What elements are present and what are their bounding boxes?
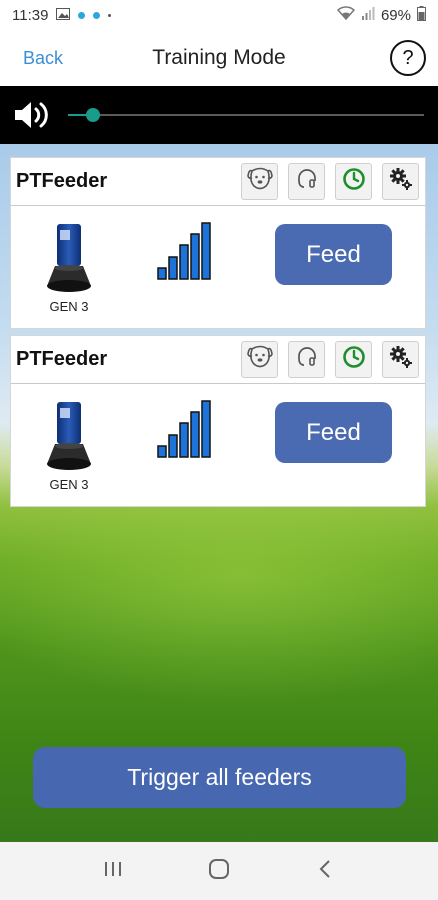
recent-apps-icon (103, 860, 123, 883)
more-notifications-icon (108, 13, 112, 17)
back-button[interactable]: Back (23, 48, 63, 69)
feeder-card: PTFeeder GEN 3 Feed (10, 157, 426, 329)
dog-face-icon (246, 167, 273, 196)
headset-icon (295, 167, 319, 196)
feeder-card-body: GEN 3 Feed (11, 206, 425, 329)
clock-icon (342, 345, 366, 374)
signal-strength-icon (157, 222, 213, 285)
signal-bar (190, 233, 200, 280)
feeder-list-area: PTFeeder GEN 3 Feed PTFeeder GEN 3 Feed (0, 144, 438, 842)
help-icon: ? (402, 46, 414, 69)
headset-icon (295, 345, 319, 374)
schedule-button[interactable] (335, 341, 372, 378)
battery-icon (417, 5, 426, 25)
feeder-name: PTFeeder (16, 170, 108, 192)
trigger-all-feeders-button[interactable]: Trigger all feeders (33, 747, 406, 808)
wifi-icon (336, 6, 356, 24)
dog-face-button[interactable] (241, 341, 278, 378)
signal-bar (201, 222, 211, 280)
feeder-device-image (41, 222, 97, 294)
feeder-device-image (41, 400, 97, 472)
back-nav-button[interactable] (305, 851, 345, 891)
system-nav-bar (0, 842, 438, 900)
recent-apps-button[interactable] (93, 851, 133, 891)
help-button[interactable]: ? (390, 40, 426, 76)
signal-bar (179, 422, 189, 458)
feeder-card-header: PTFeeder (11, 158, 425, 206)
feeder-model-label: GEN 3 (49, 477, 89, 492)
volume-bar (0, 86, 438, 144)
gears-icon (388, 166, 414, 197)
home-button[interactable] (199, 851, 239, 891)
signal-bar (168, 434, 178, 458)
gears-icon (388, 344, 414, 375)
app-header: Back Training Mode ? (0, 30, 438, 86)
image-notification-icon (56, 7, 71, 24)
settings-button[interactable] (382, 163, 419, 200)
home-icon (208, 858, 230, 885)
feeder-card: PTFeeder GEN 3 Feed (10, 335, 426, 507)
page-title: Training Mode (152, 46, 286, 69)
feeder-model-label: GEN 3 (49, 299, 89, 314)
back-chevron-icon (318, 859, 332, 884)
signal-bar (157, 445, 167, 458)
headset-button[interactable] (288, 341, 325, 378)
feeder-card-body: GEN 3 Feed (11, 384, 425, 507)
signal-bar (201, 400, 211, 458)
feed-button[interactable]: Feed (275, 402, 392, 463)
signal-strength-icon (157, 400, 213, 463)
dog-face-button[interactable] (241, 163, 278, 200)
volume-slider[interactable] (68, 108, 424, 122)
signal-bar (157, 267, 167, 280)
status-time: 11:39 (12, 6, 49, 24)
feed-button[interactable]: Feed (275, 224, 392, 285)
signal-bar (179, 244, 189, 280)
cell-signal-icon (361, 6, 375, 24)
speaker-icon[interactable] (13, 100, 49, 135)
battery-level: 69% (380, 6, 411, 24)
notification-dot-icon (93, 11, 101, 19)
settings-button[interactable] (382, 341, 419, 378)
clock-icon (342, 167, 366, 196)
signal-bar (190, 411, 200, 458)
feeder-card-header: PTFeeder (11, 336, 425, 384)
volume-slider-thumb[interactable] (85, 108, 100, 122)
schedule-button[interactable] (335, 163, 372, 200)
notification-dot-icon (78, 11, 86, 19)
signal-bar (168, 256, 178, 280)
status-bar: 11:39 69% (0, 0, 438, 30)
dog-face-icon (246, 345, 273, 374)
feeder-name: PTFeeder (16, 348, 108, 370)
headset-button[interactable] (288, 163, 325, 200)
